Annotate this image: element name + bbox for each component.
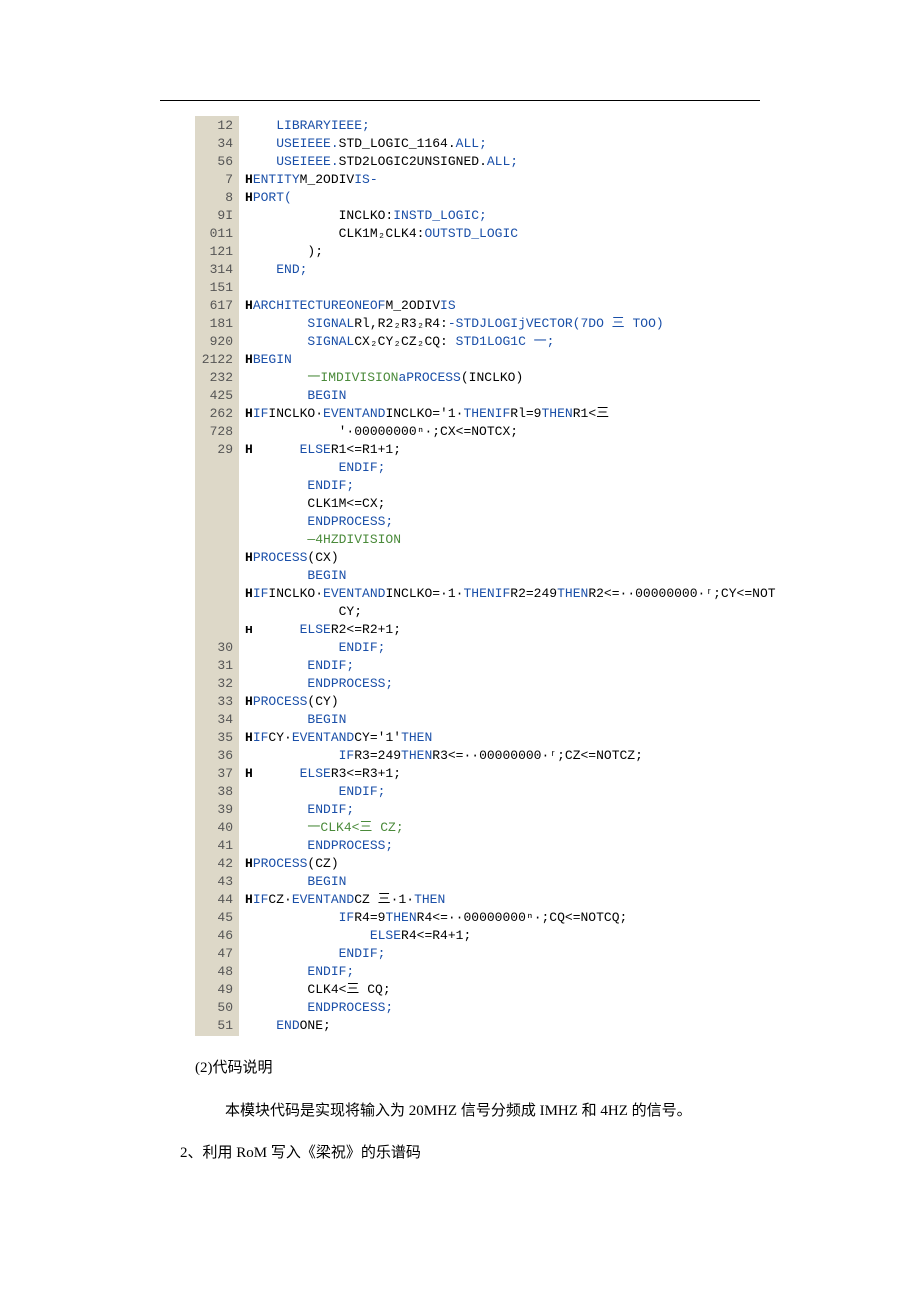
section-title: 2、利用 RoM 写入《梁祝》的乐谱码	[180, 1139, 760, 1168]
subsection-title: (2)代码说明	[195, 1054, 760, 1083]
line-gutter: 12 34 56 7 8 9I 011 121 314 151 617 181 …	[195, 116, 239, 1036]
code-listing: 12 34 56 7 8 9I 011 121 314 151 617 181 …	[195, 116, 760, 1036]
header-rule	[160, 100, 760, 101]
subsection-body: 本模块代码是实现将输入为 20MHZ 信号分频成 IMHZ 和 4HZ 的信号。	[195, 1097, 760, 1126]
code-body: LIBRARYIEEE; USEIEEE.STD_LOGIC_1164.ALL;…	[239, 116, 782, 1036]
